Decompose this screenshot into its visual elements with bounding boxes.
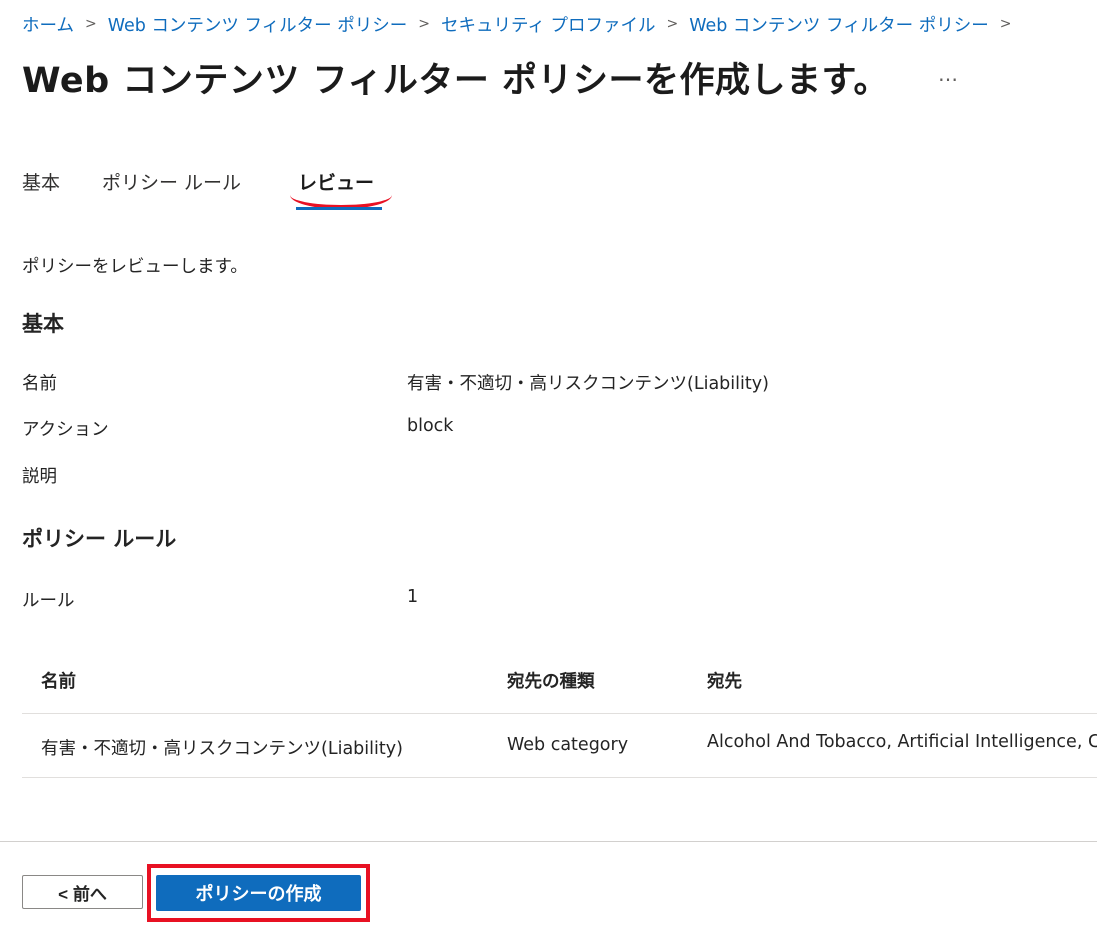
chevron-right-icon: >: [84, 16, 97, 32]
column-header-name: 名前: [41, 672, 76, 692]
more-options-icon[interactable]: …: [938, 62, 959, 86]
back-button[interactable]: < 前へ: [22, 875, 143, 909]
review-intro: ポリシーをレビューします。: [22, 257, 248, 277]
section-heading-policy-rules: ポリシー ルール: [22, 527, 177, 551]
column-header-destination-type: 宛先の種類: [507, 672, 595, 692]
chevron-right-icon: >: [666, 16, 679, 32]
rule-count-label: ルール: [22, 591, 75, 611]
breadcrumb-web-content-filter-policy-2[interactable]: Web コンテンツ フィルター ポリシー: [689, 12, 989, 37]
tab-basics[interactable]: 基本: [22, 168, 60, 195]
field-value-name: 有害・不適切・高リスクコンテンツ(Liability): [407, 374, 769, 394]
breadcrumb-security-profile[interactable]: セキュリティ プロファイル: [441, 12, 656, 37]
page-title: Web コンテンツ フィルター ポリシーを作成します。: [22, 61, 890, 101]
table-divider: [22, 713, 1097, 714]
field-label-action: アクション: [22, 420, 109, 440]
table-cell-destination: Alcohol And Tobacco, Artificial Intellig…: [707, 732, 1097, 752]
field-label-name: 名前: [22, 374, 57, 394]
rule-count-value: 1: [407, 587, 419, 607]
tab-policy-rules[interactable]: ポリシー ルール: [102, 168, 241, 195]
field-label-description: 説明: [22, 467, 57, 487]
tab-review[interactable]: レビュー: [298, 168, 374, 195]
chevron-right-icon: >: [418, 16, 430, 32]
breadcrumb-web-content-filter-policy[interactable]: Web コンテンツ フィルター ポリシー: [108, 12, 408, 37]
chevron-right-icon: >: [999, 16, 1012, 32]
footer-divider: [0, 841, 1097, 842]
section-heading-basics: 基本: [22, 312, 64, 336]
table-divider: [22, 777, 1097, 778]
breadcrumb-home[interactable]: ホーム: [22, 12, 74, 37]
table-cell-name: 有害・不適切・高リスクコンテンツ(Liability): [41, 739, 403, 759]
create-policy-button[interactable]: ポリシーの作成: [156, 875, 361, 911]
breadcrumb: ホーム > Web コンテンツ フィルター ポリシー > セキュリティ プロファ…: [22, 11, 1022, 37]
tab-active-indicator: [296, 207, 382, 210]
field-value-action: block: [407, 416, 454, 436]
column-header-destination: 宛先: [707, 672, 742, 692]
table-cell-destination-type: Web category: [507, 735, 629, 755]
